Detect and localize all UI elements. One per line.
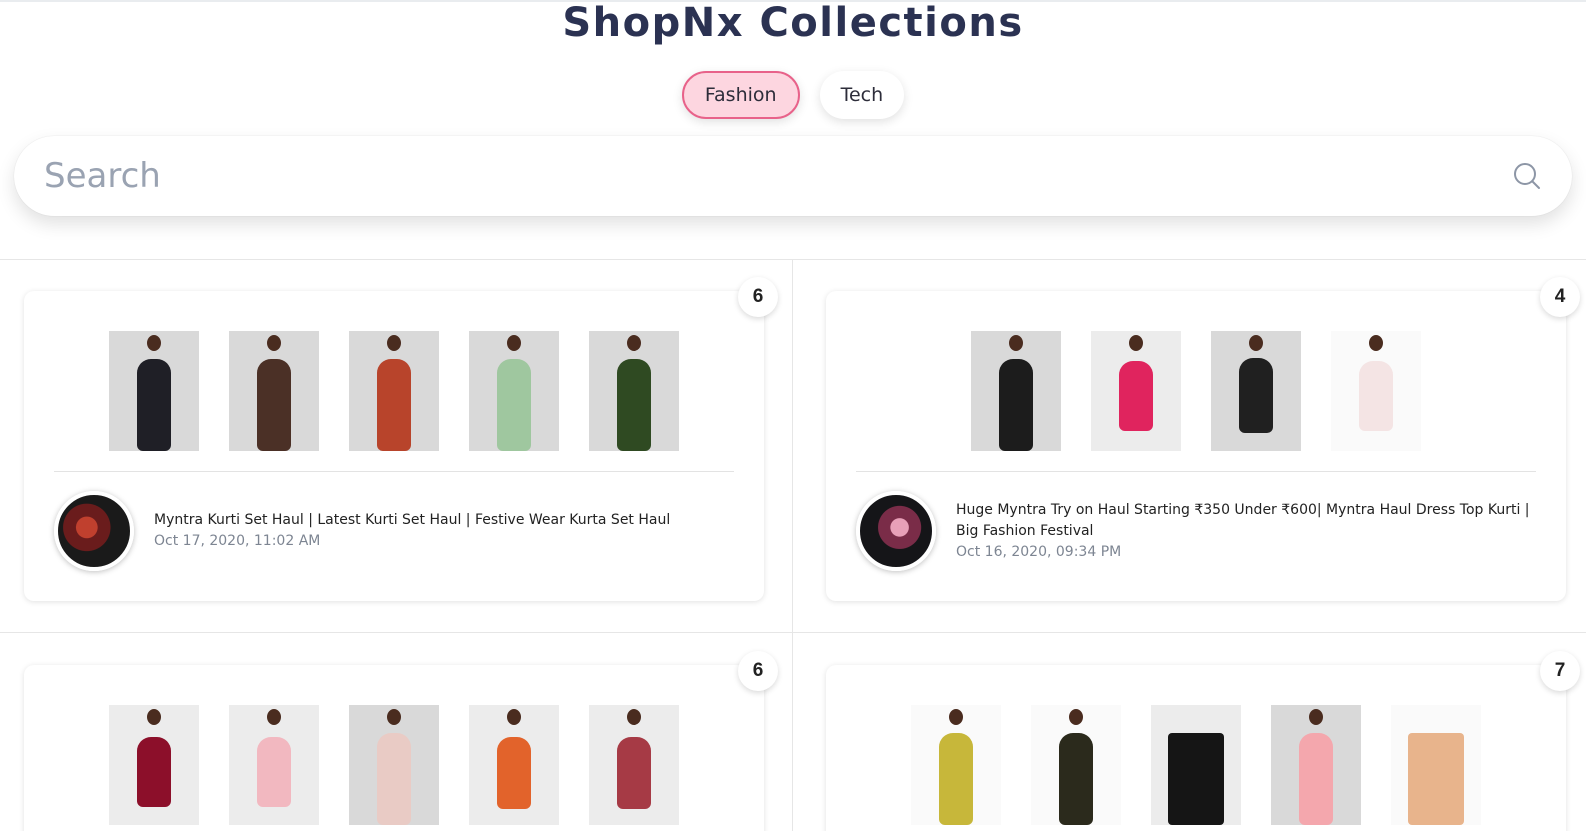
product-thumbnails [826,705,1566,825]
item-count-badge: 6 [738,277,778,317]
collection-title[interactable]: Myntra Kurti Set Haul | Latest Kurti Set… [154,510,670,531]
category-tabs: Fashion Tech [0,71,1586,119]
product-image[interactable] [469,331,559,451]
product-thumbnails [24,331,764,451]
collection-card[interactable]: 7 [826,651,1580,831]
product-image[interactable] [349,331,439,451]
product-image[interactable] [229,331,319,451]
page-title: ShopNx Collections [0,0,1586,46]
collection-card[interactable]: 6 Myntra Kurti Set Haul | Latest Kurti S… [24,277,778,601]
product-image[interactable] [469,705,559,825]
collection-date: Oct 17, 2020, 11:02 AM [154,533,321,549]
product-image[interactable] [1091,331,1181,451]
product-image[interactable] [971,331,1061,451]
tab-fashion[interactable]: Fashion [681,71,800,119]
item-count-badge: 7 [1540,651,1580,691]
card-divider [54,471,734,472]
product-image[interactable] [229,705,319,825]
collection-meta: Myntra Kurti Set Haul | Latest Kurti Set… [54,491,734,571]
collection-title[interactable]: Huge Myntra Try on Haul Starting ₹350 Un… [956,500,1536,542]
product-image[interactable] [109,705,199,825]
product-image[interactable] [1031,705,1121,825]
brand-highlight: Collections [759,0,1024,46]
search-icon[interactable] [1512,161,1542,191]
channel-avatar[interactable] [54,491,134,571]
channel-avatar[interactable] [856,491,936,571]
grid-divider [792,259,793,831]
item-count-badge: 6 [738,651,778,691]
product-image[interactable] [1271,705,1361,825]
grid-divider [0,632,1586,633]
product-image[interactable] [349,705,439,825]
product-thumbnails [826,331,1566,451]
card-divider [856,471,1536,472]
brand-name: ShopNx [562,0,745,46]
product-image[interactable] [1391,705,1481,825]
product-image[interactable] [1151,705,1241,825]
product-image[interactable] [1331,331,1421,451]
product-thumbnails [24,705,764,825]
product-image[interactable] [109,331,199,451]
product-image[interactable] [1211,331,1301,451]
tab-tech[interactable]: Tech [819,71,905,119]
product-image[interactable] [589,705,679,825]
search-bar [14,136,1572,216]
product-image[interactable] [589,331,679,451]
collection-meta: Huge Myntra Try on Haul Starting ₹350 Un… [856,491,1536,571]
search-input[interactable] [44,156,1512,196]
product-image[interactable] [911,705,1001,825]
collection-card[interactable]: 6 [24,651,778,831]
grid-divider [0,259,1586,260]
item-count-badge: 4 [1540,277,1580,317]
collection-date: Oct 16, 2020, 09:34 PM [956,543,1122,560]
collection-card[interactable]: 4 Huge Myntra Try on Haul Starting ₹350 … [826,277,1580,601]
